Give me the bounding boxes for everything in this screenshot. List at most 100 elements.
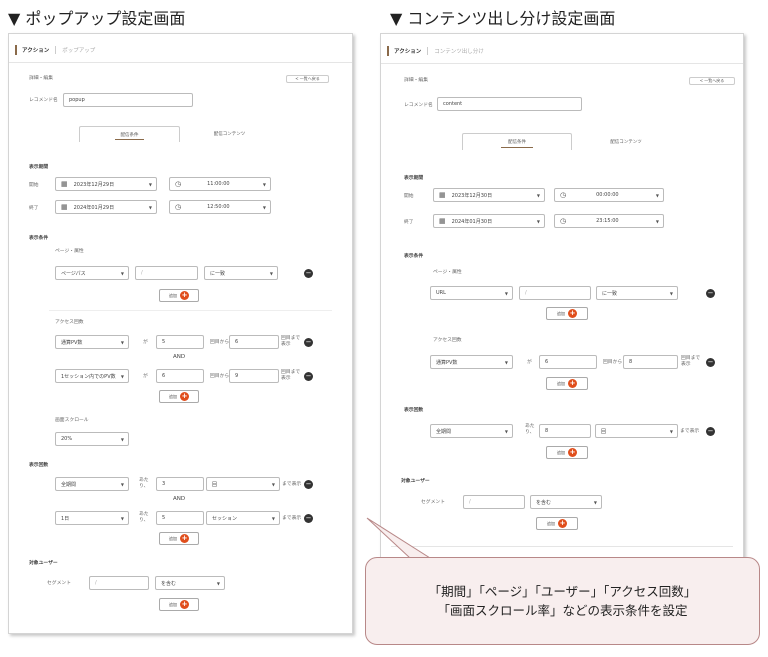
breadcrumb-current[interactable]: アクション: [394, 47, 421, 55]
start-date-picker[interactable]: ▦ 2023年12月29日 ▼: [55, 177, 157, 191]
page-attr-label: ページ・属性: [433, 270, 462, 275]
access-to-input-1[interactable]: 8: [623, 355, 678, 369]
edit-title: 詳細・編集: [404, 78, 428, 83]
breadcrumb: アクション ポップアップ: [15, 44, 95, 56]
segment-input[interactable]: /: [463, 495, 525, 509]
add-segment-button[interactable]: 追加 +: [159, 598, 199, 611]
add-page-condition-button[interactable]: 追加 +: [159, 289, 199, 302]
segment-input[interactable]: /: [89, 576, 149, 590]
add-page-condition-button[interactable]: 追加 +: [546, 307, 588, 320]
settings-tabs: 配信条件 配信コンテンツ: [79, 126, 279, 142]
access-metric-select-1[interactable]: 通算PV数 ▼: [430, 355, 513, 369]
remove-condition-icon[interactable]: −: [304, 338, 313, 347]
add-count-button[interactable]: 追加 +: [546, 446, 588, 459]
from-label: 回目から: [210, 340, 230, 345]
plus-icon: +: [180, 291, 189, 300]
back-to-list-button[interactable]: < 一覧へ戻る: [286, 75, 329, 83]
remove-condition-icon[interactable]: −: [706, 289, 715, 298]
tab-delivery-conditions[interactable]: 配信条件: [79, 126, 180, 142]
end-date-picker[interactable]: ▦ 2024年01月30日 ▼: [433, 214, 545, 228]
add-access-condition-button[interactable]: 追加 +: [546, 377, 588, 390]
calendar-icon: ▦: [61, 203, 68, 211]
start-time-picker[interactable]: ◷ 11:00:00 ▼: [169, 177, 271, 191]
ga-label: が: [143, 340, 148, 345]
end-time-picker[interactable]: ◷ 12:50:00 ▼: [169, 200, 271, 214]
period-title: 表示期間: [404, 176, 424, 181]
remove-count-icon[interactable]: −: [706, 427, 715, 436]
remove-count-icon[interactable]: −: [304, 514, 313, 523]
per-label: あたり、: [139, 478, 149, 489]
add-count-button[interactable]: 追加 +: [159, 532, 199, 545]
start-date-picker[interactable]: ▦ 2023年12月30日 ▼: [433, 188, 545, 202]
left-screen-heading: ▼ ポップアップ設定画面: [8, 9, 186, 28]
access-from-input-1[interactable]: 5: [156, 335, 204, 349]
unit-label: 回目まで表示: [681, 356, 701, 367]
page-value-input[interactable]: /: [135, 266, 198, 280]
ga-label: が: [527, 360, 532, 365]
chevron-down-icon: ▼: [593, 500, 597, 505]
plus-icon: +: [568, 448, 577, 457]
tab-delivery-contents[interactable]: 配信コンテンツ: [572, 133, 680, 150]
end-date-picker[interactable]: ▦ 2024年01月29日 ▼: [55, 200, 157, 214]
plus-icon: +: [180, 600, 189, 609]
segment-match-select[interactable]: を含む ▼: [155, 576, 225, 590]
clock-icon: ◷: [175, 203, 182, 211]
calendar-icon: ▦: [439, 191, 446, 199]
start-label: 開始: [29, 183, 39, 188]
access-from-input-2[interactable]: 6: [156, 369, 204, 383]
remove-count-icon[interactable]: −: [304, 480, 313, 489]
access-to-input-2[interactable]: 9: [229, 369, 279, 383]
end-time-picker[interactable]: ◷ 23:15:00 ▼: [554, 214, 664, 228]
from-label: 回目から: [603, 360, 623, 365]
access-metric-select-1[interactable]: 通算PV数 ▼: [55, 335, 129, 349]
access-metric-select-2[interactable]: 1セッション内でのPV数 ▼: [55, 369, 129, 383]
add-segment-button[interactable]: 追加 +: [536, 517, 578, 530]
count-period-select-2[interactable]: 1日 ▼: [55, 511, 129, 525]
clock-icon: ◷: [560, 191, 567, 199]
count-period-select-1[interactable]: 全期間 ▼: [430, 424, 513, 438]
plus-icon: +: [568, 309, 577, 318]
start-label: 開始: [404, 194, 414, 199]
tab-delivery-conditions[interactable]: 配信条件: [462, 133, 572, 150]
page-match-select[interactable]: に一致 ▼: [204, 266, 278, 280]
page-match-select[interactable]: に一致 ▼: [596, 286, 678, 300]
access-to-input-1[interactable]: 6: [229, 335, 279, 349]
page-type-select[interactable]: ページパス ▼: [55, 266, 129, 280]
breadcrumb-current[interactable]: アクション: [22, 46, 49, 54]
page-value-input[interactable]: /: [519, 286, 591, 300]
and-label: AND: [173, 354, 186, 360]
count-value-input-1[interactable]: 8: [539, 424, 591, 438]
count-unit-select-1[interactable]: 回 ▼: [206, 477, 280, 491]
end-label: 終了: [404, 220, 414, 225]
scroll-label: 画面スクロール: [55, 418, 89, 423]
plus-icon: +: [568, 379, 577, 388]
recommend-name-input[interactable]: popup: [63, 93, 193, 107]
recommend-name-input[interactable]: content: [437, 97, 582, 111]
count-value-input-2[interactable]: 5: [156, 511, 204, 525]
scroll-rate-select[interactable]: 20% ▼: [55, 432, 129, 446]
page-type-select[interactable]: URL ▼: [430, 286, 513, 300]
period-title: 表示期間: [29, 165, 49, 170]
page-attr-label: ページ・属性: [55, 249, 84, 254]
plus-icon: +: [180, 392, 189, 401]
chevron-down-icon: ▼: [271, 482, 275, 487]
clock-icon: ◷: [560, 217, 567, 225]
access-from-input-1[interactable]: 6: [539, 355, 597, 369]
callout-box: 「期間」「ページ」「ユーザー」「アクセス回数」 「画面スクロール率」などの表示条…: [365, 557, 760, 645]
chevron-down-icon: ▼: [120, 374, 124, 379]
count-period-select-1[interactable]: 全期間 ▼: [55, 477, 129, 491]
remove-condition-icon[interactable]: −: [304, 269, 313, 278]
tab-delivery-contents[interactable]: 配信コンテンツ: [180, 126, 279, 142]
calendar-icon: ▦: [439, 217, 446, 225]
remove-condition-icon[interactable]: −: [304, 372, 313, 381]
remove-condition-icon[interactable]: −: [706, 358, 715, 367]
segment-match-select[interactable]: を含む ▼: [530, 495, 602, 509]
and-label: AND: [173, 496, 186, 502]
count-value-input-1[interactable]: 3: [156, 477, 204, 491]
add-access-condition-button[interactable]: 追加 +: [159, 390, 199, 403]
start-time-picker[interactable]: ◷ 00:00:00 ▼: [554, 188, 664, 202]
count-unit-select-2[interactable]: セッション ▼: [206, 511, 280, 525]
count-unit-select-1[interactable]: 回 ▼: [595, 424, 678, 438]
back-to-list-button[interactable]: < 一覧へ戻る: [689, 77, 735, 85]
breadcrumb-sub: コンテンツ出し分け: [434, 49, 484, 55]
